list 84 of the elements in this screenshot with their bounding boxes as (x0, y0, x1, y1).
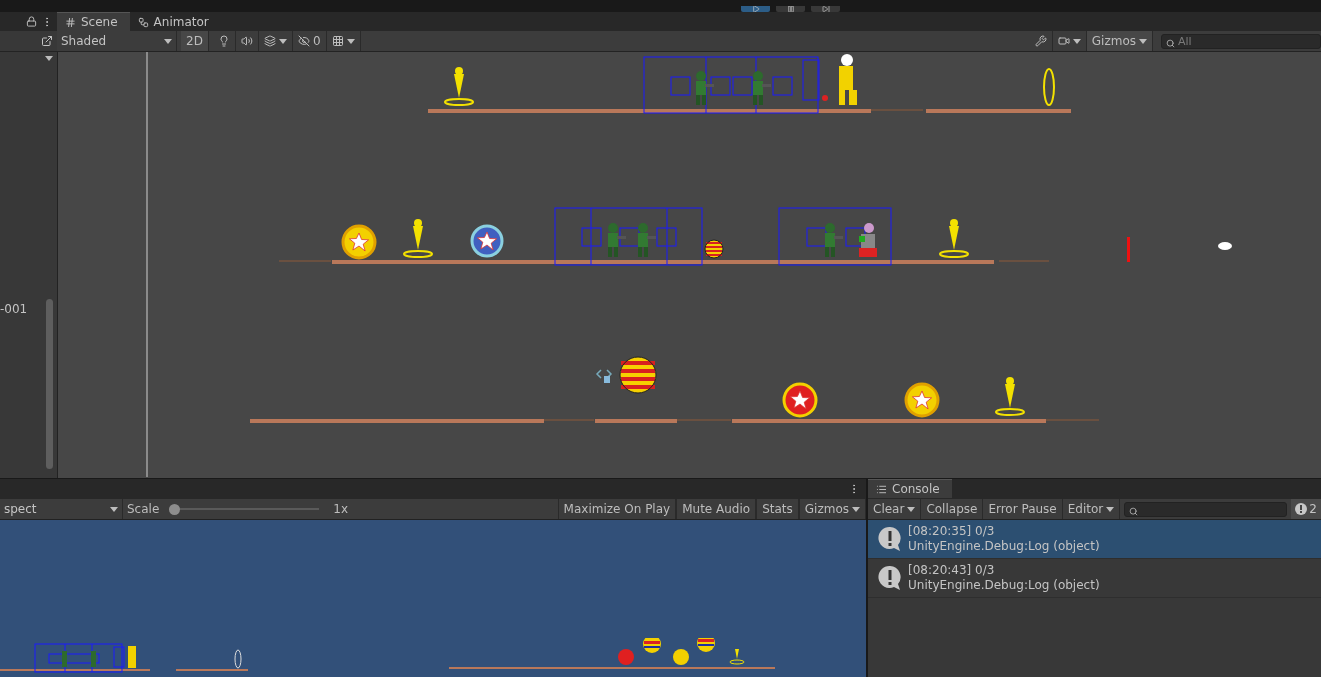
striped-ball (619, 356, 657, 394)
game-view-button[interactable]: Maximize On Play (557, 499, 677, 519)
search-icon (1166, 38, 1175, 48)
caret-icon (1139, 38, 1147, 44)
console-tab[interactable]: Console (868, 479, 952, 498)
star-coin (782, 382, 818, 418)
scroll-up-icon (45, 56, 53, 61)
caret-icon (852, 506, 860, 512)
collider-outline (845, 227, 866, 247)
log-header: [08:20:43] 0/3 (908, 563, 996, 578)
pause-icon (786, 6, 795, 12)
game-view-button[interactable]: Gizmos (798, 499, 866, 519)
collider-outline (670, 76, 691, 96)
caret-icon (110, 506, 118, 512)
caret-icon (346, 38, 355, 44)
collider-outline (710, 76, 731, 96)
mode-2d-button[interactable]: 2D (181, 31, 209, 51)
collider-outline (802, 59, 820, 101)
log-detail: UnityEngine.Debug:Log (object) (908, 578, 1100, 593)
node-graph-icon (137, 16, 149, 28)
character-sprite (822, 54, 857, 105)
caret-icon (907, 506, 916, 512)
message-icon (1295, 503, 1308, 515)
collider-outline (772, 76, 793, 96)
soldier-sprite (608, 223, 626, 257)
search-icon (1129, 506, 1139, 516)
panel-tab[interactable]: Scene (57, 12, 130, 31)
game-view-button[interactable]: Stats (756, 499, 799, 519)
soldier-sprite (753, 71, 771, 105)
collider-outline (581, 227, 602, 247)
grid-snap-icon (331, 35, 344, 47)
soldier-sprite (696, 71, 714, 105)
star-coin (470, 224, 504, 258)
checkpoint-marker (995, 377, 1025, 416)
log-header: [08:20:35] 0/3 (908, 524, 996, 539)
star-coin (341, 224, 377, 260)
lightbulb-icon (217, 35, 230, 47)
soldier-sprite (825, 223, 843, 257)
expand-icon[interactable] (41, 35, 53, 47)
step-icon (821, 6, 830, 12)
caret-icon (278, 38, 287, 44)
gizmos-button[interactable]: Gizmos (1086, 31, 1153, 51)
layers-icon (263, 35, 276, 47)
star-coin (904, 382, 940, 418)
soldier-sprite (638, 223, 656, 257)
tools-icon (1034, 35, 1047, 47)
grid-icon (65, 16, 76, 28)
checkpoint-marker (403, 219, 433, 258)
checkpoint-marker (444, 67, 474, 106)
goal-marker (1127, 237, 1130, 262)
game-view-button[interactable]: Mute Audio (676, 499, 757, 519)
collider-outline (656, 227, 677, 247)
pause-button[interactable] (776, 6, 805, 12)
hierarchy-item[interactable]: -001 (0, 302, 28, 316)
collider-outline (619, 227, 640, 247)
message-bubble-icon (878, 526, 902, 552)
lock-icon[interactable] (26, 16, 37, 27)
search-field[interactable]: All (1161, 33, 1321, 49)
speaker-icon (240, 35, 253, 47)
step-button[interactable] (811, 6, 840, 12)
message-count-toggle[interactable]: 2 (1291, 499, 1321, 519)
scale-label: Scale (126, 502, 161, 516)
cloud-sprite (1218, 242, 1232, 250)
log-detail: UnityEngine.Debug:Log (object) (908, 539, 1100, 554)
script-icon (595, 369, 613, 383)
console-search-field[interactable] (1124, 501, 1288, 517)
striped-ball (704, 239, 724, 259)
play-button[interactable] (741, 6, 770, 12)
camera-icon (1057, 35, 1070, 47)
scale-value: 1x (332, 502, 350, 516)
play-icon (751, 6, 760, 12)
caret-icon (1072, 38, 1081, 44)
clown-sprite (859, 223, 877, 257)
log-entry[interactable]: [08:20:35] 0/3 UnityEngine.Debug:Log (object) (868, 520, 1321, 559)
caret-icon (164, 38, 172, 44)
ring-pickup (1043, 68, 1055, 106)
checkpoint-marker (939, 219, 969, 258)
caret-icon (1106, 506, 1115, 512)
eye-off-icon (297, 35, 310, 47)
collider-outline (732, 76, 753, 96)
collider-outline (806, 227, 827, 247)
message-bubble-icon (878, 565, 902, 591)
scrollbar-thumb[interactable] (45, 299, 53, 469)
console-icon (876, 483, 887, 495)
